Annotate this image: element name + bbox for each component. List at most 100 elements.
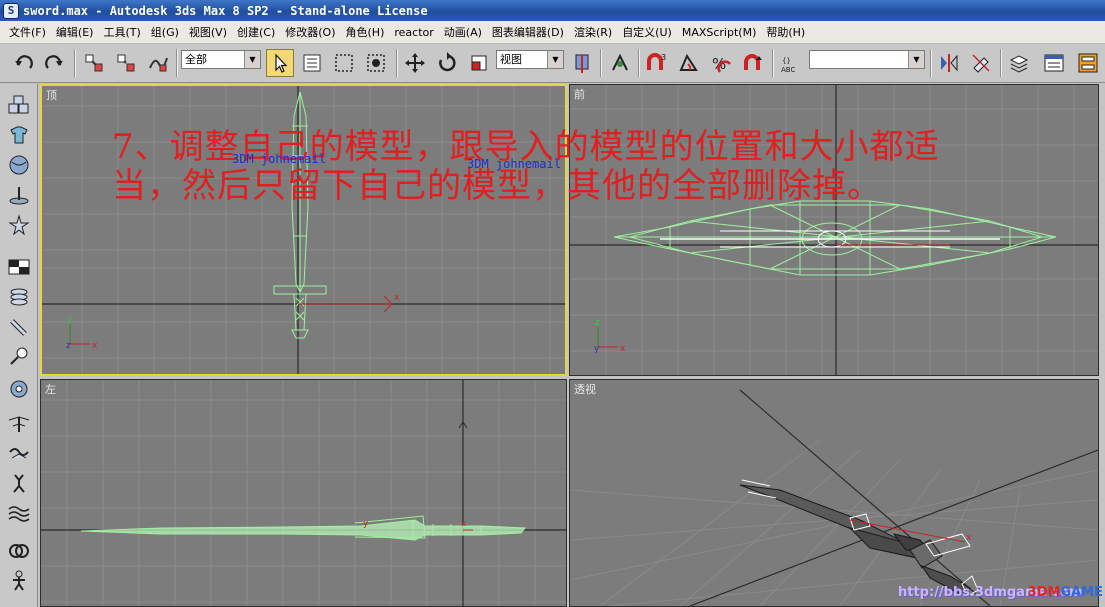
reference-coord-value: 视图 (500, 53, 522, 66)
systems-icon[interactable] (5, 470, 33, 496)
modify-icon[interactable] (5, 122, 33, 148)
window-title: sword.max - Autodesk 3ds Max 8 SP2 - Sta… (23, 3, 428, 18)
viewport-label[interactable]: 左 (45, 381, 56, 397)
menu-tools[interactable]: 工具(T) (98, 24, 145, 40)
bones-icon[interactable] (5, 568, 33, 594)
sword-model (739, 484, 971, 595)
select-object-icon[interactable] (266, 49, 294, 77)
geometry-icon[interactable] (5, 284, 33, 310)
viewport-label[interactable]: 顶 (46, 87, 57, 103)
menu-views[interactable]: 视图(V) (184, 24, 232, 40)
object-name-label: 3DM johnemail (232, 152, 326, 166)
menu-maxscript[interactable]: MAXScript(M) (677, 26, 762, 39)
menu-character[interactable]: 角色(H) (341, 24, 390, 40)
svg-text:3: 3 (661, 53, 666, 62)
axis-x-label: x (92, 341, 98, 351)
viewport-label[interactable]: 透视 (574, 381, 596, 397)
sword-wireframe (613, 200, 1057, 276)
cameras-icon[interactable] (5, 376, 33, 402)
viewport-label[interactable]: 前 (574, 86, 585, 102)
motion-icon[interactable] (5, 182, 33, 208)
menu-customize[interactable]: 自定义(U) (617, 24, 677, 40)
menu-bar: 文件(F) 编辑(E) 工具(T) 组(G) 视图(V) 创建(C) 修改器(O… (0, 21, 1105, 44)
object-name-label: 3DM johnemail (467, 157, 561, 171)
mirror-icon[interactable] (935, 49, 963, 77)
undo-icon[interactable] (10, 49, 38, 77)
named-selection-dropdown[interactable]: ▼ (809, 50, 925, 69)
command-panel-tabs (0, 84, 38, 607)
instruction-line-2: 当，然后只留下自己的模型，其他的全部删除掉。 (112, 166, 882, 206)
menu-file[interactable]: 文件(F) (4, 24, 51, 40)
curve-editor-icon[interactable] (1040, 49, 1068, 77)
layer-manager-icon[interactable] (1005, 49, 1033, 77)
fluids-icon[interactable] (5, 538, 33, 564)
chevron-down-icon: ▼ (244, 51, 260, 68)
display-icon[interactable] (5, 212, 33, 238)
main-toolbar: 全部 ▼ 视图 ▼ 3 % {} ABC ▼ (0, 44, 1105, 83)
sword-wireframe (80, 515, 527, 541)
redo-icon[interactable] (40, 49, 68, 77)
window-crossing-icon[interactable] (362, 49, 390, 77)
shapes-icon[interactable] (5, 314, 33, 340)
tutorial-instruction: 7、调整自己的模型，跟导入的模型的位置和大小都适 当，然后只留下自己的模型，其他… (112, 128, 1072, 206)
menu-modifiers[interactable]: 修改器(O) (280, 24, 340, 40)
move-icon[interactable] (401, 49, 429, 77)
menu-create[interactable]: 创建(C) (232, 24, 280, 40)
percent-snap-icon[interactable]: % (707, 49, 735, 77)
reference-coord-dropdown[interactable]: 视图 ▼ (496, 50, 564, 69)
lights-icon[interactable] (5, 344, 33, 370)
menu-group[interactable]: 组(G) (146, 24, 184, 40)
chevron-down-icon: ▼ (547, 51, 563, 68)
axis-x-label: x (620, 344, 626, 354)
logo-red-text: 3DM (1027, 585, 1061, 600)
logo-blue-text: GAME (1060, 585, 1103, 600)
select-by-name-icon[interactable] (298, 49, 326, 77)
utilities-icon[interactable] (5, 254, 33, 280)
select-link-icon[interactable] (80, 49, 108, 77)
selection-filter-value: 全部 (185, 53, 207, 66)
menu-edit[interactable]: 编辑(E) (51, 24, 99, 40)
selection-filter-dropdown[interactable]: 全部 ▼ (181, 50, 261, 69)
hierarchy-icon[interactable] (5, 152, 33, 178)
unlink-icon[interactable] (112, 49, 140, 77)
create-icon[interactable] (5, 92, 33, 118)
axis-z-label: z (595, 318, 600, 328)
menu-rendering[interactable]: 渲染(R) (569, 24, 617, 40)
3ds-max-app-icon[interactable]: S (3, 2, 19, 19)
schematic-view-icon[interactable] (1074, 49, 1102, 77)
site-logo: 3DMGAME (1008, 580, 1103, 605)
pivot-x-label: x (966, 533, 972, 543)
menu-graph-editors[interactable]: 图表编辑器(D) (487, 24, 569, 40)
bind-space-warp-icon[interactable] (144, 49, 172, 77)
svg-text:{}: {} (782, 57, 791, 65)
helpers-icon[interactable] (5, 410, 33, 436)
perspective-viewport-canvas: x (570, 389, 1098, 606)
pivot-x-label: x (394, 293, 400, 303)
select-manipulate-icon[interactable] (606, 49, 634, 77)
align-icon[interactable] (967, 49, 995, 77)
pivot-y-label: y (363, 519, 369, 529)
chevron-down-icon: ▼ (908, 51, 924, 68)
left-viewport-canvas: y x (41, 380, 566, 606)
particles-icon[interactable] (5, 500, 33, 526)
axis-z-label: z (66, 341, 71, 351)
rectangular-selection-icon[interactable] (330, 49, 358, 77)
svg-text:ABC: ABC (781, 66, 795, 74)
space-warps-icon[interactable] (5, 440, 33, 466)
menu-animation[interactable]: 动画(A) (439, 24, 487, 40)
axis-y-label: y (594, 344, 600, 354)
snaps-toggle-icon[interactable]: 3 (643, 49, 671, 77)
axis-y-label: y (67, 315, 73, 325)
pivot-x-label: x (461, 519, 467, 529)
viewport-left[interactable]: y x 左 (40, 379, 567, 607)
scale-icon[interactable] (465, 49, 493, 77)
menu-reactor[interactable]: reactor (389, 26, 438, 39)
title-bar: S sword.max - Autodesk 3ds Max 8 SP2 - S… (0, 0, 1105, 21)
edit-named-selection-icon[interactable]: {} ABC (777, 49, 805, 77)
use-pivot-center-icon[interactable] (568, 49, 596, 77)
spinner-snap-icon[interactable] (739, 49, 767, 77)
menu-help[interactable]: 帮助(H) (761, 24, 810, 40)
viewport-perspective[interactable]: x 透视 (569, 379, 1099, 607)
rotate-icon[interactable] (433, 49, 461, 77)
angle-snap-icon[interactable] (675, 49, 703, 77)
